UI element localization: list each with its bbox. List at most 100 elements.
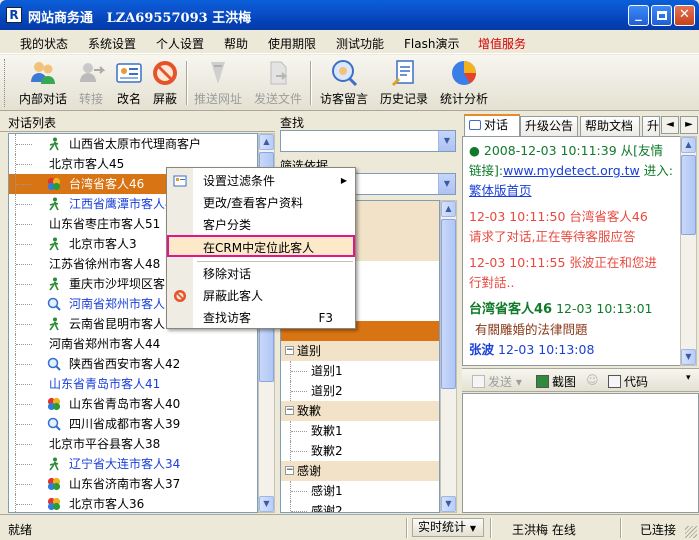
- tree-connector: [290, 421, 307, 441]
- menu-system-settings[interactable]: 系统设置: [88, 35, 136, 52]
- chat-list-item[interactable]: 山西省太原市代理商客户: [9, 134, 257, 154]
- right-tabs: 对话 升级公告 帮助文档 升 ◄ ►: [462, 114, 699, 136]
- resize-grip[interactable]: [685, 526, 697, 538]
- scroll-down-button[interactable]: ▼: [441, 496, 456, 512]
- menu-item-remove-chat[interactable]: 移除对话: [167, 263, 355, 285]
- chat-list-item[interactable]: 山东省青岛市客人41: [9, 374, 257, 394]
- menu-test-features[interactable]: 测试功能: [336, 35, 384, 52]
- scroll-down-button[interactable]: ▼: [259, 496, 274, 512]
- scroll-up-button[interactable]: ▲: [259, 134, 274, 150]
- history-label: 历史记录: [379, 92, 428, 106]
- toolbar-separator: [310, 61, 312, 105]
- chevron-down-icon[interactable]: ▼: [438, 131, 455, 151]
- chat-list-item[interactable]: 山东省济南市客人37: [9, 474, 257, 494]
- tree-leaf-item[interactable]: 致歉1: [281, 421, 439, 441]
- chat-scrollbar[interactable]: ▲ ▼: [680, 136, 697, 366]
- push-url-button[interactable]: 推送网址: [192, 58, 244, 107]
- tree-leaf-item[interactable]: 致歉2: [281, 441, 439, 461]
- menu-usage-period[interactable]: 使用期限: [268, 35, 316, 52]
- collapse-icon[interactable]: −: [285, 406, 294, 415]
- chat-list-item[interactable]: 北京市平谷县客人38: [9, 434, 257, 454]
- menu-item-set-filter[interactable]: 设置过滤条件 ▶: [167, 170, 355, 192]
- scroll-up-button[interactable]: ▲: [681, 137, 696, 153]
- toolbar-grip[interactable]: [4, 59, 7, 107]
- emoji-button[interactable]: ☺: [586, 373, 599, 387]
- scroll-thumb[interactable]: [681, 155, 696, 235]
- scroll-down-button[interactable]: ▼: [681, 349, 696, 365]
- entry-page-link[interactable]: 繁体版首页: [469, 183, 532, 198]
- tree-leaf-item[interactable]: 道别2: [281, 381, 439, 401]
- chat-list-item[interactable]: 陕西省西安市客人42: [9, 354, 257, 374]
- transfer-icon: [80, 63, 106, 82]
- minimize-button[interactable]: _: [628, 5, 649, 26]
- tree-leaf-item[interactable]: 道别1: [281, 361, 439, 381]
- tab-help-docs[interactable]: 帮助文档: [580, 116, 640, 136]
- scroll-up-button[interactable]: ▲: [441, 201, 456, 217]
- tree-leaf-item[interactable]: 感谢2: [281, 501, 439, 512]
- tab-next-button[interactable]: ►: [680, 116, 698, 134]
- chevron-down-icon[interactable]: ▼: [438, 174, 455, 194]
- menu-item-edit-customer[interactable]: 更改/查看客户资料: [167, 192, 355, 214]
- tree-connector: [15, 154, 45, 174]
- send-file-button[interactable]: 发送文件: [252, 58, 304, 107]
- close-button[interactable]: ✕: [674, 5, 695, 26]
- realtime-stats-button[interactable]: 实时统计 ▼: [412, 518, 484, 537]
- message-time: 12-03 10:13:08: [494, 342, 595, 357]
- chat-list-item[interactable]: 山东省青岛市客人40: [9, 394, 257, 414]
- chat-transcript[interactable]: ● 2008-12-03 10:11:39 从[友情链接]:www.mydete…: [462, 136, 682, 366]
- code-button[interactable]: 代码: [608, 373, 648, 390]
- history-button[interactable]: 历史记录: [378, 58, 430, 107]
- send-file-label: 发送文件: [253, 92, 302, 106]
- menu-item-locate-in-crm[interactable]: 在CRM中定位此客人: [167, 235, 355, 257]
- message-agent: 张波 12-03 10:13:08: [469, 340, 675, 360]
- chat-list-item[interactable]: 辽宁省大连市客人34: [9, 454, 257, 474]
- tree-connector: [290, 381, 307, 401]
- tab-prev-button[interactable]: ◄: [661, 116, 679, 134]
- collapse-icon[interactable]: −: [285, 466, 294, 475]
- transfer-button[interactable]: 转接: [74, 58, 108, 107]
- tree-item-label: 致歉: [297, 404, 322, 418]
- rename-button[interactable]: 改名: [112, 58, 146, 107]
- title-bar[interactable]: R 网站商务通 LZA69557093 王洪梅 _ ✕: [0, 0, 699, 30]
- emoji-icon: ☺: [586, 373, 599, 387]
- menu-value-added[interactable]: 增值服务: [478, 35, 526, 52]
- collapse-icon[interactable]: −: [285, 346, 294, 355]
- connection-status: 已连接: [640, 523, 677, 537]
- statistics-button[interactable]: 统计分析: [438, 58, 490, 107]
- menu-item-find-visitor[interactable]: 查找访客 F3: [167, 307, 355, 329]
- chat-list-item[interactable]: 北京市客人36: [9, 494, 257, 512]
- tree-category-item[interactable]: − 致歉: [281, 401, 439, 421]
- tab-chat[interactable]: 对话: [464, 114, 520, 136]
- menu-my-status[interactable]: 我的状态: [20, 35, 68, 52]
- tab-upgrade-notice[interactable]: 升级公告: [520, 116, 578, 136]
- chat-list-item[interactable]: 河南省郑州市客人44: [9, 334, 257, 354]
- menu-item-block-visitor[interactable]: 屏蔽此客人: [167, 285, 355, 307]
- block-button[interactable]: 屏蔽: [148, 58, 182, 107]
- maximize-button[interactable]: [651, 5, 672, 26]
- tab-truncated[interactable]: 升: [642, 116, 660, 136]
- chat-list-item-label: 北京市客人3: [69, 237, 137, 251]
- visitor-message-button[interactable]: 访客留言: [318, 58, 370, 107]
- send-button[interactable]: 发送 ▾: [472, 373, 522, 390]
- chat-list-item-label: 四川省成都市客人39: [69, 417, 181, 431]
- tree-leaf-item[interactable]: 感谢1: [281, 481, 439, 501]
- chat-input-area[interactable]: [462, 393, 699, 513]
- menu-flash-demo[interactable]: Flash演示: [404, 35, 459, 52]
- quick-reply-scrollbar[interactable]: ▲ ▼: [440, 200, 457, 513]
- menu-personal-settings[interactable]: 个人设置: [156, 35, 204, 52]
- tree-category-item[interactable]: − 道别: [281, 341, 439, 361]
- internal-chat-button[interactable]: 内部对话: [14, 58, 72, 107]
- main-toolbar: 内部对话 转接 改名 屏蔽 推送网址 发送文件 访客留言 历史记录 统计分析: [0, 55, 699, 111]
- source-url-link[interactable]: www.mydetect.org.tw: [503, 163, 640, 178]
- transfer-label: 转接: [78, 92, 103, 106]
- toolbar-overflow-icon[interactable]: ▾: [686, 373, 691, 383]
- tree-category-item[interactable]: − 感谢: [281, 461, 439, 481]
- screenshot-button[interactable]: 截图: [536, 373, 576, 390]
- tree-item-label: 感谢: [297, 464, 322, 478]
- find-combobox[interactable]: ▼: [280, 130, 456, 152]
- menu-help[interactable]: 帮助: [224, 35, 248, 52]
- push-url-icon: [211, 62, 225, 84]
- chat-list-item[interactable]: 四川省成都市客人39: [9, 414, 257, 434]
- scroll-thumb[interactable]: [441, 219, 456, 389]
- menu-item-customer-category[interactable]: 客户分类: [167, 214, 355, 236]
